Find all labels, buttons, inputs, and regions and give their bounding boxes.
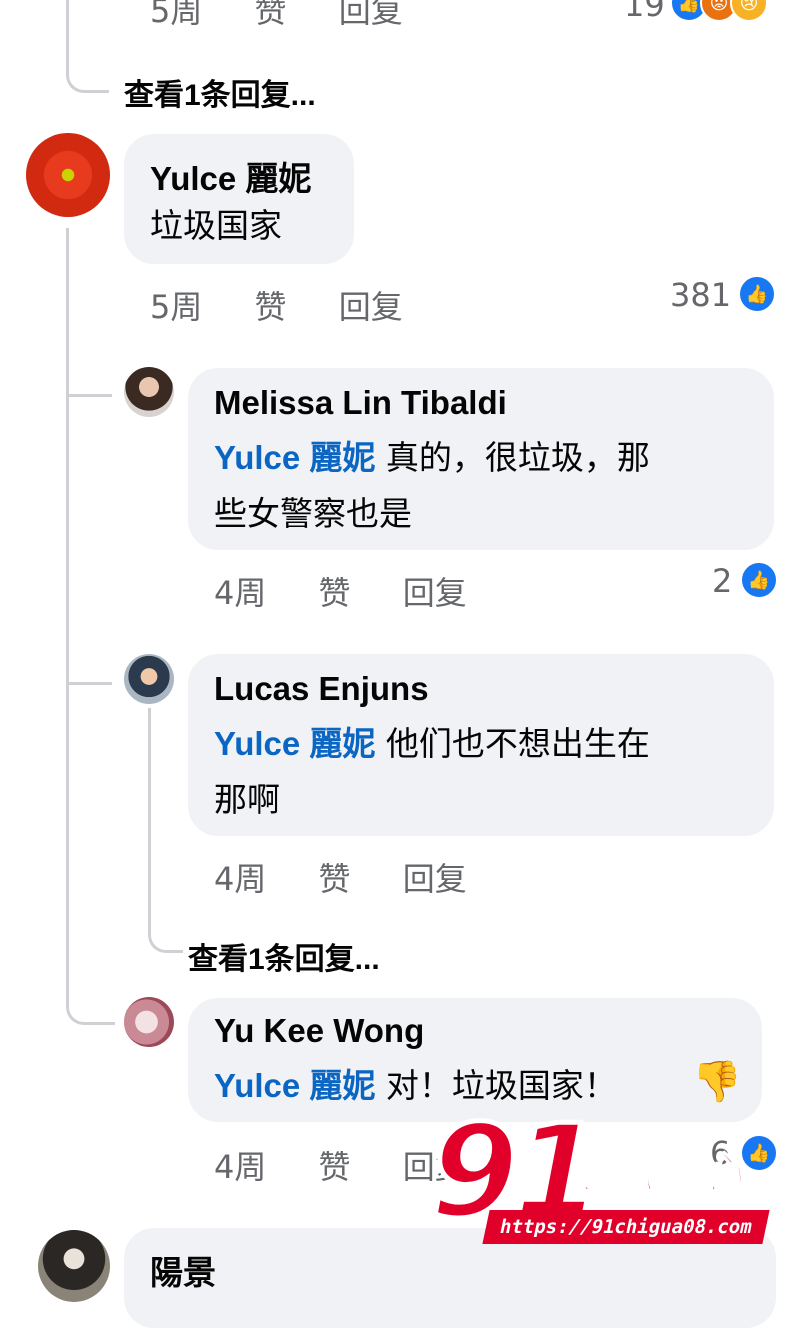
like-icon: 👍 <box>740 561 778 599</box>
thread-connector <box>66 640 112 685</box>
avatar[interactable] <box>124 997 174 1047</box>
time-label: 4周 <box>214 574 267 612</box>
thread-connector <box>66 980 115 1025</box>
comment-author[interactable]: Lucas Enjuns <box>214 670 429 708</box>
comment-meta: 4周 赞 回复 <box>214 854 509 900</box>
comment-author[interactable]: Yulce 麗妮 <box>150 152 311 200</box>
comment-text-line: 那啊 <box>214 780 280 819</box>
watermark-url: https://91chigua08.com <box>482 1210 770 1244</box>
view-more-replies[interactable]: 查看1条回复... <box>124 70 316 114</box>
reply-button[interactable]: 回复 <box>403 860 467 898</box>
like-button[interactable]: 赞 <box>255 288 287 326</box>
mention-link[interactable]: Yulce 麗妮 <box>214 725 375 762</box>
comment-meta: 5周 赞 回复 <box>150 0 445 32</box>
comment-author[interactable]: 陽景 <box>150 1246 216 1294</box>
avatar[interactable] <box>124 367 174 417</box>
like-button[interactable]: 赞 <box>255 0 287 30</box>
like-icon: 👍 <box>738 275 776 313</box>
thread-line <box>66 228 69 988</box>
mention-link[interactable]: Yulce 麗妮 <box>214 1067 375 1104</box>
comment-meta: 4周 赞 回复 <box>214 568 509 614</box>
reply-button[interactable]: 回复 <box>339 288 403 326</box>
watermark-label: 吃瓜中心 <box>565 1147 743 1200</box>
thumbs-down-icon: 👎 <box>692 1059 742 1105</box>
sad-icon: 😢 <box>730 0 768 22</box>
view-more-replies[interactable]: 查看1条回复... <box>188 934 380 978</box>
like-button[interactable]: 赞 <box>319 574 351 612</box>
reaction-count: 19 <box>624 0 665 24</box>
comment-text: 垃圾国家 <box>150 206 282 245</box>
comment-text-line: 他们也不想出生在 <box>375 724 650 763</box>
thread-connector <box>66 40 109 93</box>
like-button[interactable]: 赞 <box>319 860 351 898</box>
like-icon: 👍 <box>740 1134 778 1172</box>
comment-text: Yulce 麗妮 他们也不想出生在 那啊 <box>214 716 754 828</box>
avatar[interactable] <box>26 133 110 217</box>
reply-button[interactable]: 回复 <box>403 574 467 612</box>
comment-meta: 5周 赞 回复 <box>150 282 445 328</box>
reply-button[interactable]: 回复 <box>339 0 403 30</box>
like-button[interactable]: 赞 <box>319 1148 351 1186</box>
time-label: 5周 <box>150 288 203 326</box>
time-label: 4周 <box>214 860 267 898</box>
comment-text: Yulce 麗妮 真的，很垃圾，那 些女警察也是 <box>214 430 754 542</box>
time-label: 4周 <box>214 1148 267 1186</box>
avatar[interactable] <box>38 1230 110 1302</box>
comment-text-line: 些女警察也是 <box>214 494 412 533</box>
avatar[interactable] <box>124 654 174 704</box>
thread-connector <box>148 900 183 953</box>
time-label: 5周 <box>150 0 203 30</box>
thread-line <box>148 708 151 918</box>
comment-author[interactable]: Melissa Lin Tibaldi <box>214 384 507 422</box>
comment-author[interactable]: Yu Kee Wong <box>214 1012 424 1050</box>
thread-connector <box>66 350 112 397</box>
reaction-count: 381 <box>670 276 732 314</box>
reaction-count: 2 <box>712 562 733 600</box>
comment-text-line: 真的，很垃圾，那 <box>375 438 650 477</box>
mention-link[interactable]: Yulce 麗妮 <box>214 439 375 476</box>
